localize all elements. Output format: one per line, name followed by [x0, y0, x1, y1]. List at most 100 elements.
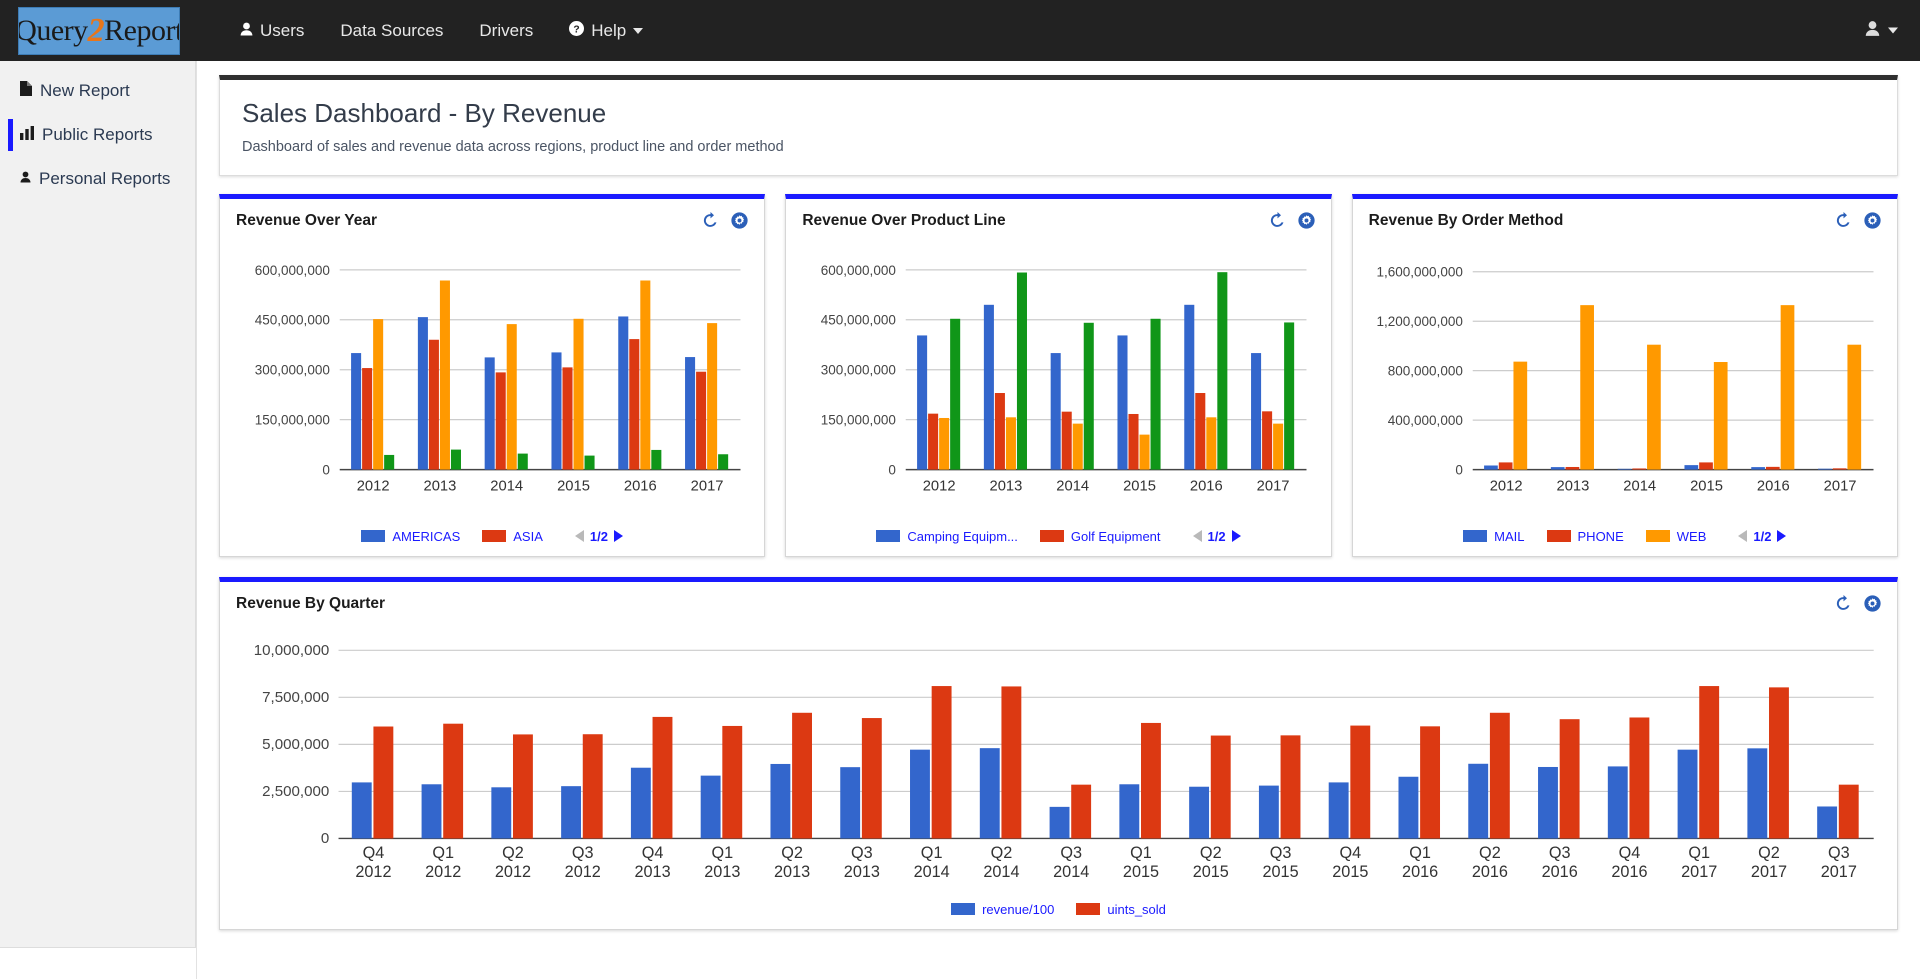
svg-text:2014: 2014 — [983, 863, 1019, 881]
chart-container: 02,500,0005,000,0007,500,00010,000,000Q4… — [220, 613, 1897, 898]
legend-item[interactable]: MAIL — [1463, 529, 1524, 544]
sidebar-item-personal-reports[interactable]: Personal Reports — [0, 157, 195, 201]
svg-text:Q2: Q2 — [781, 844, 803, 862]
svg-text:300,000,000: 300,000,000 — [821, 363, 896, 378]
widget-title: Revenue Over Year — [236, 212, 377, 230]
legend-prev-icon[interactable] — [1193, 530, 1202, 542]
chevron-down-icon — [1888, 28, 1898, 34]
sidebar-item-public-reports[interactable]: Public Reports — [0, 113, 195, 157]
svg-text:Q2: Q2 — [1200, 844, 1222, 862]
legend-prev-icon[interactable] — [575, 530, 584, 542]
svg-text:450,000,000: 450,000,000 — [255, 313, 330, 328]
svg-text:600,000,000: 600,000,000 — [255, 263, 330, 278]
widget-title: Revenue By Quarter — [236, 595, 385, 613]
svg-text:2013: 2013 — [634, 863, 670, 881]
legend-item[interactable]: PHONE — [1547, 529, 1624, 544]
svg-text:Q4: Q4 — [642, 844, 664, 862]
legend-item[interactable]: uints_sold — [1076, 902, 1166, 917]
svg-text:1,200,000,000: 1,200,000,000 — [1376, 314, 1462, 329]
nav-item-drivers[interactable]: Drivers — [463, 11, 549, 51]
svg-text:2015: 2015 — [1193, 863, 1229, 881]
legend-next-icon[interactable] — [614, 530, 623, 542]
legend-label: Golf Equipment — [1071, 529, 1161, 544]
legend-item[interactable]: Golf Equipment — [1040, 529, 1161, 544]
svg-text:Q2: Q2 — [502, 844, 524, 862]
svg-text:0: 0 — [889, 462, 897, 477]
legend-item[interactable]: AMERICAS — [361, 529, 460, 544]
svg-text:Q4: Q4 — [363, 844, 385, 862]
legend-item[interactable]: revenue/100 — [951, 902, 1054, 917]
chart-revenue-over-product-line[interactable]: 0150,000,000300,000,000450,000,000600,00… — [800, 236, 1316, 519]
legend-label: PHONE — [1578, 529, 1624, 544]
svg-text:2016: 2016 — [1542, 863, 1578, 881]
refresh-icon[interactable] — [1835, 595, 1852, 612]
svg-text:2015: 2015 — [1123, 478, 1156, 494]
chart-revenue-by-order-method[interactable]: 0400,000,000800,000,0001,200,000,0001,60… — [1367, 236, 1883, 519]
nav-item-users-label: Users — [260, 21, 304, 41]
legend-pager: 1/2 — [575, 529, 623, 544]
legend-prev-icon[interactable] — [1738, 530, 1747, 542]
svg-text:2014: 2014 — [1057, 478, 1090, 494]
legend-next-icon[interactable] — [1232, 530, 1241, 542]
svg-text:600,000,000: 600,000,000 — [821, 263, 896, 278]
svg-text:Q3: Q3 — [1060, 844, 1082, 862]
svg-text:2013: 2013 — [424, 478, 457, 494]
page-subtitle: Dashboard of sales and revenue data acro… — [242, 139, 1875, 155]
sidebar-item-new-report-label: New Report — [40, 81, 130, 101]
svg-text:2017: 2017 — [1681, 863, 1717, 881]
nav-item-help[interactable]: ? Help — [553, 11, 659, 51]
chevron-down-icon — [633, 28, 643, 34]
sidebar-item-new-report[interactable]: New Report — [0, 69, 195, 113]
chart-container: 0150,000,000300,000,000450,000,000600,00… — [786, 230, 1330, 525]
svg-text:2017: 2017 — [691, 478, 724, 494]
svg-text:2016: 2016 — [1402, 863, 1438, 881]
svg-text:Q1: Q1 — [921, 844, 943, 862]
gear-icon[interactable] — [1298, 212, 1315, 229]
svg-text:2016: 2016 — [1611, 863, 1647, 881]
svg-text:2016: 2016 — [624, 478, 657, 494]
svg-text:2015: 2015 — [557, 478, 590, 494]
nav-item-data-sources[interactable]: Data Sources — [324, 11, 459, 51]
top-navbar: Query2Report Users Data Sources Drivers … — [0, 0, 1920, 61]
nav-item-drivers-label: Drivers — [479, 21, 533, 41]
legend-next-icon[interactable] — [1777, 530, 1786, 542]
legend-swatch — [361, 530, 385, 542]
svg-text:2015: 2015 — [1123, 863, 1159, 881]
svg-text:150,000,000: 150,000,000 — [821, 413, 896, 428]
page-body: New Report Public Reports Personal Repor… — [0, 61, 1920, 979]
svg-text:Q3: Q3 — [572, 844, 594, 862]
legend-swatch — [1547, 530, 1571, 542]
legend-item[interactable]: WEB — [1646, 529, 1707, 544]
svg-text:10,000,000: 10,000,000 — [254, 642, 329, 659]
legend-page-indicator: 1/2 — [1753, 529, 1771, 544]
legend-item[interactable]: ASIA — [482, 529, 543, 544]
user-menu[interactable] — [1865, 20, 1898, 41]
chart-revenue-by-quarter[interactable]: 02,500,0005,000,0007,500,00010,000,000Q4… — [234, 619, 1883, 892]
svg-text:2012: 2012 — [923, 478, 956, 494]
nav-item-help-label: Help — [591, 21, 626, 41]
refresh-icon[interactable] — [702, 212, 719, 229]
svg-text:0: 0 — [1455, 462, 1463, 477]
svg-text:150,000,000: 150,000,000 — [255, 413, 330, 428]
brand-logo[interactable]: Query2Report — [18, 7, 180, 55]
widget-revenue-by-order-method: Revenue By Order Method 0400,000,000800,… — [1352, 194, 1898, 557]
chart-container: 0400,000,000800,000,0001,200,000,0001,60… — [1353, 230, 1897, 525]
svg-text:400,000,000: 400,000,000 — [1387, 413, 1462, 428]
nav-item-users[interactable]: Users — [224, 11, 320, 51]
nav-item-data-sources-label: Data Sources — [340, 21, 443, 41]
legend-item[interactable]: Camping Equipm... — [876, 529, 1018, 544]
chart-revenue-over-year[interactable]: 0150,000,000300,000,000450,000,000600,00… — [234, 236, 750, 519]
refresh-icon[interactable] — [1269, 212, 1286, 229]
chart-legend: MAIL PHONE WEB 1/2 — [1353, 525, 1897, 556]
gear-icon[interactable] — [1864, 595, 1881, 612]
svg-text:0: 0 — [322, 462, 330, 477]
refresh-icon[interactable] — [1835, 212, 1852, 229]
svg-text:Q3: Q3 — [851, 844, 873, 862]
gear-icon[interactable] — [731, 212, 748, 229]
widget-header: Revenue Over Product Line — [786, 199, 1330, 230]
main-content: Sales Dashboard - By Revenue Dashboard o… — [196, 61, 1920, 979]
gear-icon[interactable] — [1864, 212, 1881, 229]
legend-swatch — [1076, 903, 1100, 915]
svg-text:2013: 2013 — [844, 863, 880, 881]
svg-text:Q2: Q2 — [991, 844, 1013, 862]
